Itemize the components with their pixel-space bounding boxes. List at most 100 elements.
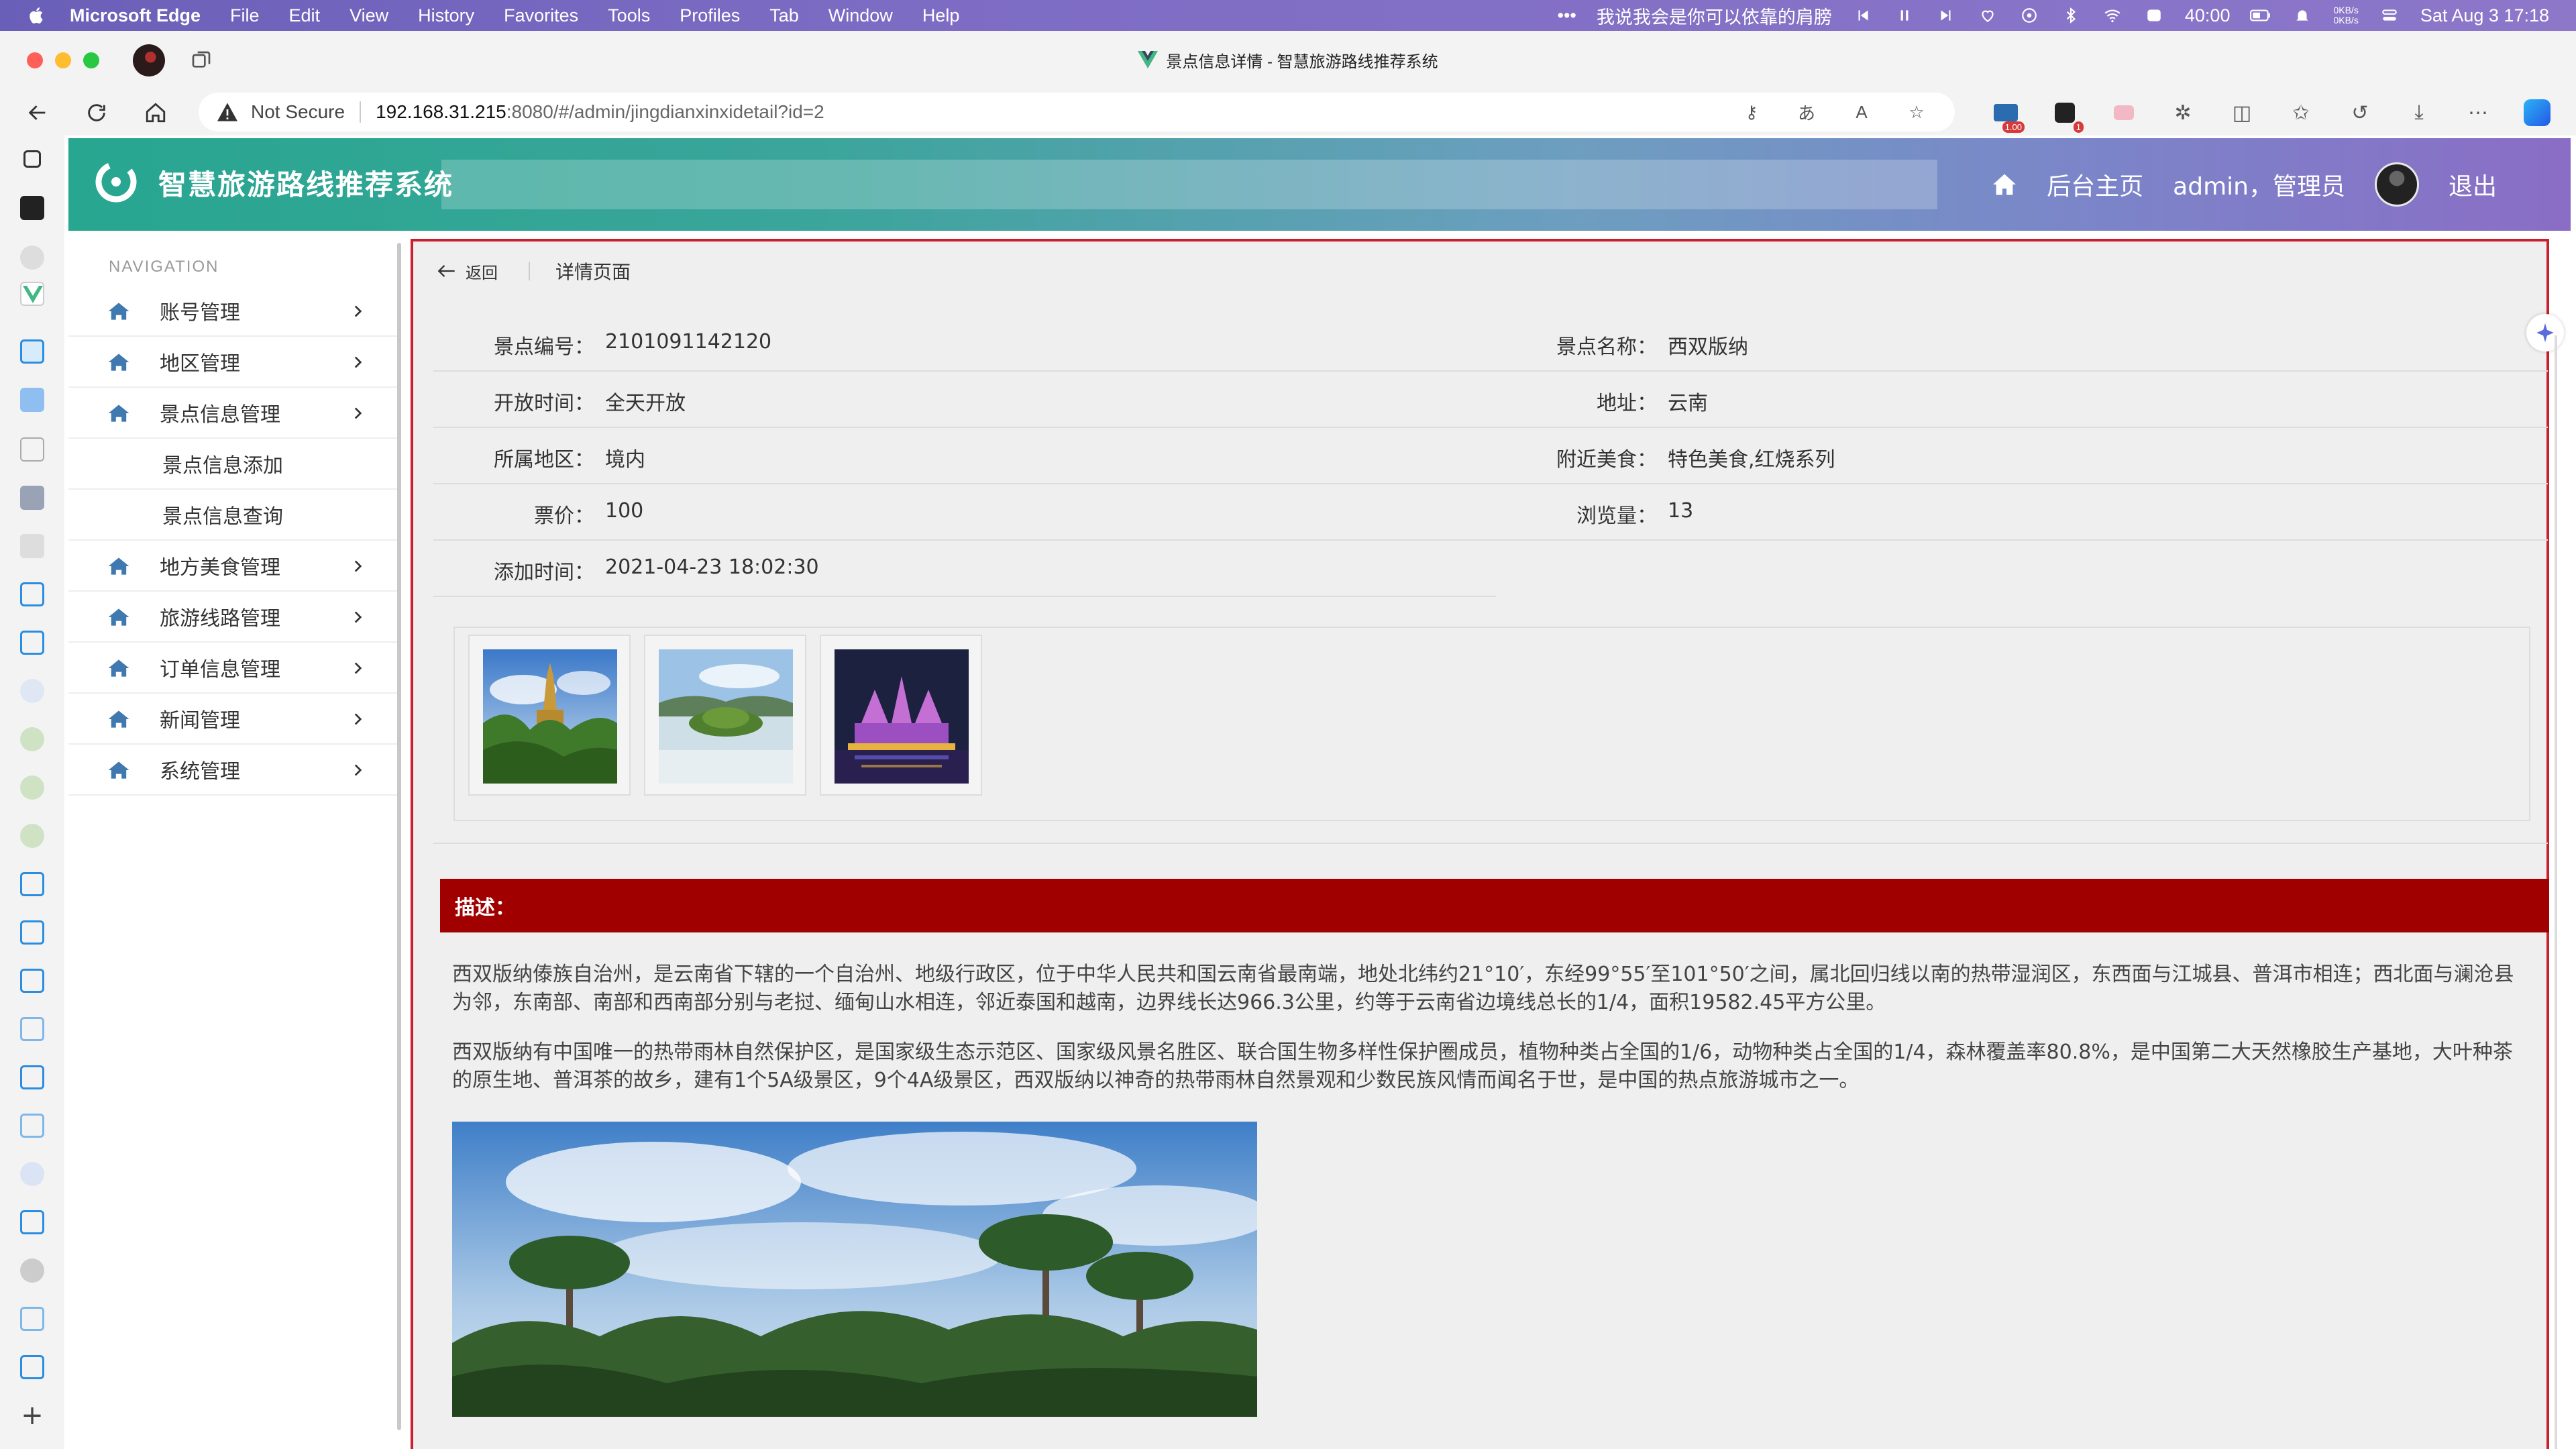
download-icon[interactable]: ⤓ (2403, 97, 2435, 129)
nav-item-orders[interactable]: 订单信息管理 (68, 643, 398, 694)
bilibili-icon-5[interactable] (20, 920, 44, 945)
copilot-icon[interactable] (2521, 97, 2553, 129)
sidebar-scrollbar[interactable] (397, 243, 401, 1430)
page-scrollbar[interactable] (2555, 335, 2557, 1449)
now-playing-text[interactable]: 我说我会是你可以依靠的肩膀 (1597, 3, 1832, 29)
nav-subitem-add-spot[interactable]: 景点信息添加 (68, 439, 398, 490)
app-gray-icon[interactable] (20, 486, 44, 510)
warning-icon[interactable] (216, 102, 239, 122)
translate-icon[interactable]: あ (1792, 98, 1821, 126)
bilibili-icon[interactable] (20, 339, 44, 364)
settings-more-icon[interactable]: ⋯ (2462, 97, 2494, 129)
menu-tab[interactable]: Tab (769, 5, 799, 26)
ai-assist-button[interactable] (2526, 314, 2564, 352)
next-track-icon[interactable] (1935, 7, 1957, 24)
home-icon[interactable] (1992, 173, 2017, 196)
menu-tools[interactable]: Tools (608, 5, 650, 26)
key-icon[interactable]: ⚷ (1737, 98, 1766, 126)
extension-meter-icon[interactable]: 1.00 (1990, 97, 2025, 133)
app-avatar-icon-3[interactable] (20, 824, 44, 848)
extensions-puzzle-icon[interactable]: ✲ (2167, 97, 2199, 129)
menu-help[interactable]: Help (922, 5, 960, 26)
user-avatar[interactable] (2374, 162, 2419, 207)
extension-bag-icon[interactable]: 1 (2049, 97, 2084, 133)
heart-icon[interactable] (1977, 7, 1998, 24)
app-flower-icon[interactable] (20, 1162, 44, 1186)
address-bar[interactable]: Not Secure 192.168.31.215 :8080/#/admin/… (199, 93, 1955, 131)
maximize-window-button[interactable] (83, 52, 99, 68)
bluetooth-icon[interactable] (2060, 7, 2082, 24)
logout-button[interactable]: 退出 (2449, 167, 2497, 202)
app-avatar-icon[interactable] (20, 727, 44, 751)
home-button[interactable] (141, 98, 170, 127)
split-screen-icon[interactable]: ◫ (2226, 97, 2258, 129)
battery-icon[interactable] (2250, 7, 2271, 24)
favorite-star-icon[interactable]: ☆ (1902, 98, 1931, 126)
nav-item-regions[interactable]: 地区管理 (68, 337, 398, 388)
profile-avatar[interactable] (133, 44, 165, 76)
bilibili-icon-2[interactable] (20, 582, 44, 606)
menu-file[interactable]: File (230, 5, 260, 26)
gallery-image[interactable] (644, 635, 806, 796)
app-gear-icon[interactable] (20, 246, 44, 270)
bilibili-icon-11[interactable] (20, 1307, 44, 1331)
more-icon[interactable]: ••• (1558, 5, 1576, 26)
tab-actions-icon[interactable] (189, 50, 213, 71)
bilibili-icon-9[interactable] (20, 1114, 44, 1138)
app-avatar-icon-2[interactable] (20, 775, 44, 800)
menu-favorites[interactable]: Favorites (504, 5, 578, 26)
nav-subitem-query-spot[interactable]: 景点信息查询 (68, 490, 398, 541)
menu-history[interactable]: History (418, 5, 474, 26)
menu-view[interactable]: View (350, 5, 388, 26)
nav-item-travel-routes[interactable]: 旅游线路管理 (68, 592, 398, 643)
url-host[interactable]: 192.168.31.215 (376, 101, 506, 123)
menubar-datetime[interactable]: Sat Aug 3 17:18 (2420, 5, 2549, 26)
music-app-icon[interactable] (2019, 7, 2040, 24)
zhihu-icon[interactable] (20, 388, 44, 412)
minimize-window-button[interactable] (55, 52, 71, 68)
header-search-bar[interactable] (441, 160, 1937, 209)
back-link[interactable]: 返回 (437, 260, 498, 283)
add-sidebar-app-icon[interactable]: + (20, 1400, 44, 1431)
bilibili-icon-8[interactable] (20, 1065, 44, 1089)
android-icon[interactable] (20, 534, 44, 558)
notification-bell-icon[interactable] (2292, 7, 2313, 24)
nav-item-scenic-spots[interactable]: 景点信息管理 (68, 388, 398, 439)
app-globe-icon[interactable] (20, 679, 44, 703)
bilibili-icon-4[interactable] (20, 872, 44, 896)
tab-list-icon[interactable] (23, 150, 41, 168)
menu-app-name[interactable]: Microsoft Edge (70, 5, 201, 26)
apple-icon[interactable] (27, 5, 47, 25)
gallery-image[interactable] (468, 635, 631, 796)
favorites-icon[interactable]: ✩ (2285, 97, 2317, 129)
gallery-image[interactable] (820, 635, 982, 796)
back-button[interactable] (23, 98, 52, 127)
nav-item-local-food[interactable]: 地方美食管理 (68, 541, 398, 592)
vue-app-icon[interactable] (20, 282, 44, 306)
refresh-button[interactable] (82, 98, 111, 127)
active-tab[interactable]: 景点信息详情 - 智慧旅游路线推荐系统 (0, 31, 2576, 89)
url-path[interactable]: :8080/#/admin/jingdianxinxidetail?id=2 (506, 101, 824, 123)
bilibili-icon-6[interactable] (20, 969, 44, 993)
read-aloud-icon[interactable]: A (1847, 98, 1876, 126)
nav-item-system[interactable]: 系统管理 (68, 745, 398, 796)
history-icon[interactable]: ↺ (2344, 97, 2376, 129)
bilibili-icon-10[interactable] (20, 1210, 44, 1234)
apple-app-icon[interactable] (20, 1258, 44, 1283)
bilibili-icon-7[interactable] (20, 1017, 44, 1041)
bilibili-icon-3[interactable] (20, 631, 44, 655)
extension-pink-icon[interactable] (2108, 97, 2140, 129)
not-secure-label[interactable]: Not Secure (251, 101, 345, 123)
menu-window[interactable]: Window (828, 5, 893, 26)
menu-profiles[interactable]: Profiles (680, 5, 740, 26)
nav-item-news[interactable]: 新闻管理 (68, 694, 398, 745)
wifi-icon[interactable] (2102, 7, 2123, 24)
close-window-button[interactable] (27, 52, 43, 68)
document-icon[interactable] (20, 437, 44, 462)
bilibili-icon-12[interactable] (20, 1355, 44, 1379)
previous-track-icon[interactable] (1852, 7, 1874, 24)
nav-item-accounts[interactable]: 账号管理 (68, 286, 398, 337)
control-center-icon[interactable] (2379, 7, 2400, 24)
menu-edit[interactable]: Edit (289, 5, 321, 26)
logo-icon[interactable] (93, 158, 140, 205)
